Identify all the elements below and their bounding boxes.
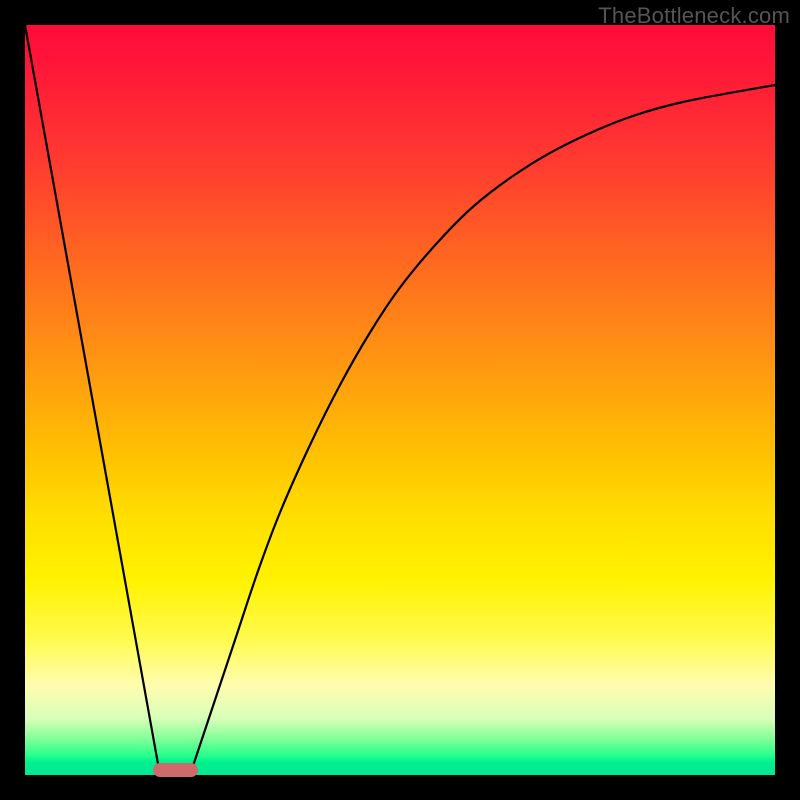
watermark-text: TheBottleneck.com [598, 3, 790, 29]
curve-right [190, 85, 775, 775]
chart-frame: TheBottleneck.com [0, 0, 800, 800]
curve-left [25, 25, 160, 775]
optimum-marker [153, 763, 198, 777]
plot-area [25, 25, 775, 775]
curve-svg [25, 25, 775, 775]
